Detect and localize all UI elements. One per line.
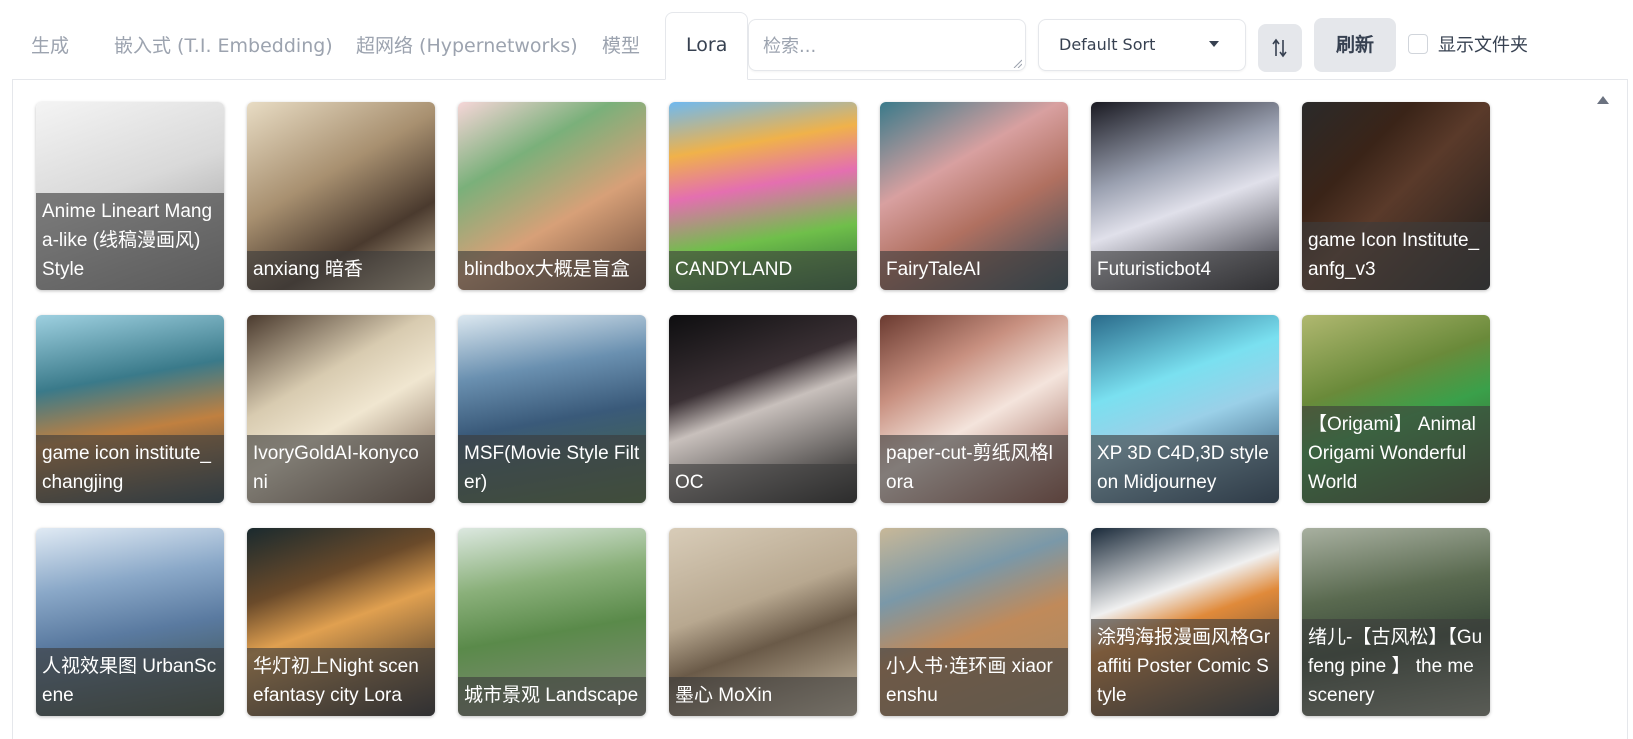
lora-card-name: XP 3D C4D,3D style on Midjourney: [1091, 435, 1279, 503]
lora-card[interactable]: OC: [669, 315, 857, 503]
lora-card[interactable]: paper-cut-剪纸风格lora: [880, 315, 1068, 503]
refresh-button[interactable]: 刷新: [1314, 18, 1396, 72]
lora-card-name: game Icon Institute_anfg_v3: [1302, 222, 1490, 290]
sort-direction-button[interactable]: [1258, 24, 1302, 72]
sort-select[interactable]: Default Sort: [1038, 19, 1246, 71]
lora-card-name: blindbox大概是盲盒: [458, 251, 646, 290]
sort-select-value: Default Sort: [1059, 35, 1156, 54]
top-bar: 生成 嵌入式 (T.I. Embedding) 超网络 (Hypernetwor…: [0, 0, 1633, 80]
lora-card-name: IvoryGoldAI-konyconi: [247, 435, 435, 503]
lora-card[interactable]: MSF(Movie Style Filter): [458, 315, 646, 503]
lora-card-name: 华灯初上Night scenefantasy city Lora: [247, 648, 435, 716]
tab-generate[interactable]: 生成: [31, 14, 69, 78]
lora-card-name: 【Origami】 Animal Origami Wonderful World: [1302, 406, 1490, 503]
lora-card[interactable]: blindbox大概是盲盒: [458, 102, 646, 290]
lora-card-name: 城市景观 Landscape: [458, 677, 646, 716]
lora-card-name: 小人书·连环画 xiaorenshu: [880, 648, 1068, 716]
sort-arrows-icon: [1272, 38, 1287, 58]
lora-card[interactable]: Anime Lineart Manga-like (线稿漫画风) Style: [36, 102, 224, 290]
lora-card-name: CANDYLAND: [669, 251, 857, 290]
lora-card[interactable]: game icon institute_changjing: [36, 315, 224, 503]
lora-card-name: Anime Lineart Manga-like (线稿漫画风) Style: [36, 193, 224, 290]
lora-card[interactable]: 小人书·连环画 xiaorenshu: [880, 528, 1068, 716]
lora-card-name: paper-cut-剪纸风格lora: [880, 435, 1068, 503]
show-folders-label: 显示文件夹: [1438, 35, 1528, 56]
lora-card[interactable]: anxiang 暗香: [247, 102, 435, 290]
lora-card-name: Futuristicbot4: [1091, 251, 1279, 290]
lora-card-name: game icon institute_changjing: [36, 435, 224, 503]
lora-card-name: MSF(Movie Style Filter): [458, 435, 646, 503]
lora-card[interactable]: FairyTaleAI: [880, 102, 1068, 290]
tab-lora[interactable]: Lora: [665, 12, 749, 80]
lora-card[interactable]: 涂鸦海报漫画风格Graffiti Poster Comic Style: [1091, 528, 1279, 716]
tab-textual-inversion[interactable]: 嵌入式 (T.I. Embedding): [114, 14, 333, 78]
show-folders-toggle[interactable]: 显示文件夹: [1408, 32, 1528, 56]
lora-card-name: anxiang 暗香: [247, 251, 435, 290]
lora-card[interactable]: 墨心 MoXin: [669, 528, 857, 716]
search-input[interactable]: [748, 19, 1026, 71]
chevron-down-icon: [1209, 41, 1219, 47]
lora-card[interactable]: 【Origami】 Animal Origami Wonderful World: [1302, 315, 1490, 503]
lora-card[interactable]: game Icon Institute_anfg_v3: [1302, 102, 1490, 290]
lora-card[interactable]: 人视效果图 UrbanScene: [36, 528, 224, 716]
tab-hypernetworks[interactable]: 超网络 (Hypernetworks): [356, 14, 578, 78]
lora-card[interactable]: 城市景观 Landscape: [458, 528, 646, 716]
show-folders-checkbox[interactable]: [1408, 34, 1428, 54]
lora-card-name: 绪儿-【古风松】【Gufeng pine 】 the me scenery: [1302, 619, 1490, 716]
tab-checkpoints[interactable]: 模型: [602, 14, 640, 78]
scroll-up-arrow-icon[interactable]: [1597, 96, 1609, 104]
lora-card[interactable]: 绪儿-【古风松】【Gufeng pine 】 the me scenery: [1302, 528, 1490, 716]
lora-card[interactable]: Futuristicbot4: [1091, 102, 1279, 290]
lora-card-name: OC: [669, 464, 857, 503]
lora-card-name: 人视效果图 UrbanScene: [36, 648, 224, 716]
lora-card[interactable]: CANDYLAND: [669, 102, 857, 290]
lora-card[interactable]: XP 3D C4D,3D style on Midjourney: [1091, 315, 1279, 503]
lora-card[interactable]: 华灯初上Night scenefantasy city Lora: [247, 528, 435, 716]
lora-card-name: FairyTaleAI: [880, 251, 1068, 290]
lora-card[interactable]: IvoryGoldAI-konyconi: [247, 315, 435, 503]
lora-card-name: 涂鸦海报漫画风格Graffiti Poster Comic Style: [1091, 619, 1279, 716]
lora-card-name: 墨心 MoXin: [669, 677, 857, 716]
